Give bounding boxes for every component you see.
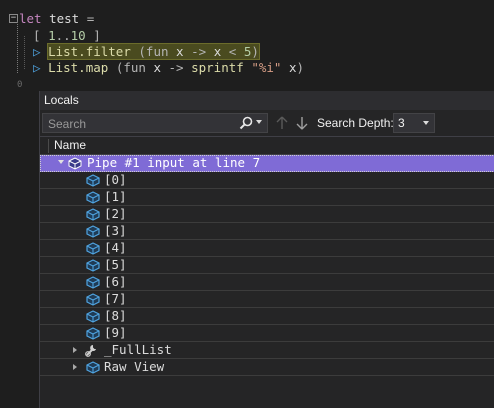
format-string: "%i"	[251, 60, 282, 75]
list-open: [	[33, 28, 41, 43]
search-depth-select[interactable]: 3	[393, 113, 435, 133]
collapse-glyph: −	[10, 13, 17, 23]
item-label: [9]	[104, 325, 127, 340]
lambda-open-2: (fun	[115, 60, 146, 75]
item-label: [3]	[104, 223, 127, 238]
tree-row-item[interactable]: [3]	[40, 223, 494, 240]
code-line-3: ▷ List.filter (fun x -> x < 5)	[33, 43, 260, 60]
item-label: [7]	[104, 291, 127, 306]
code-editor[interactable]: − let test = [ 1..10 ] ▷ List.filter (fu…	[0, 0, 494, 90]
item-label: [2]	[104, 206, 127, 221]
field-cube-icon	[86, 327, 100, 340]
pipe-breakpoint-icon-2[interactable]: ▷	[33, 60, 41, 75]
tree-row-item[interactable]: [4]	[40, 240, 494, 257]
tree-row-item[interactable]: [1]	[40, 189, 494, 206]
item-label: [0]	[104, 172, 127, 187]
range-to: 10	[70, 28, 86, 43]
compare-op: <	[228, 44, 237, 59]
tree-row-root[interactable]: Pipe #1 input at line 7	[40, 155, 494, 172]
lambda-arrow-2: ->	[168, 60, 184, 75]
chevron-down-icon	[423, 121, 429, 125]
expand-arrow-icon[interactable]	[58, 160, 64, 164]
code-line-4: ▷ List.map (fun x -> sprintf "%i" x)	[33, 59, 304, 76]
item-label: [8]	[104, 308, 127, 323]
search-next-icon[interactable]	[293, 113, 311, 133]
lambda-arg-2: x	[153, 60, 161, 75]
compare-lhs: x	[213, 44, 222, 59]
locals-title: Locals	[40, 91, 494, 110]
tree-row-item[interactable]: [0]	[40, 172, 494, 189]
tree-row-rawview[interactable]: Raw View	[40, 359, 494, 376]
item-label: [4]	[104, 240, 127, 255]
range-from: 1	[48, 28, 56, 43]
item-label: [6]	[104, 274, 127, 289]
field-cube-icon	[86, 174, 100, 187]
tree-row-item[interactable]: [8]	[40, 308, 494, 325]
field-cube-icon	[86, 208, 100, 221]
wrench-property-icon	[85, 345, 96, 357]
field-cube-icon	[86, 276, 100, 289]
tree-row-item[interactable]: [2]	[40, 206, 494, 223]
lambda-arg: x	[176, 44, 184, 59]
lambda-open: (fun	[138, 44, 169, 59]
column-separator[interactable]	[48, 139, 49, 153]
search-box[interactable]	[42, 113, 268, 133]
pipe-breakpoint-icon[interactable]: ▷	[33, 44, 41, 59]
search-depth-label: Search Depth:	[317, 116, 394, 130]
sprintf-arg: x	[288, 60, 297, 75]
field-cube-icon	[86, 225, 100, 238]
fn-list-filter: List.filter	[48, 44, 131, 59]
field-cube-icon	[86, 259, 100, 272]
indent-guide-inner	[24, 36, 25, 69]
range-op: ..	[55, 28, 71, 43]
column-header-name[interactable]: Name	[54, 137, 86, 154]
tree-row-item[interactable]: [5]	[40, 257, 494, 274]
search-depth-value: 3	[398, 116, 405, 130]
rawview-label: Raw View	[104, 359, 165, 374]
binding-name: test	[49, 11, 80, 26]
search-previous-icon[interactable]	[273, 113, 291, 133]
tree-row-item[interactable]: [9]	[40, 325, 494, 342]
tree-row-fulllist[interactable]: _FullList	[40, 342, 494, 359]
tree-row-item[interactable]: [6]	[40, 274, 494, 291]
code-line-1: let test =	[19, 10, 94, 27]
equals-sign: =	[86, 11, 95, 26]
field-cube-icon	[86, 361, 100, 374]
item-label: [5]	[104, 257, 127, 272]
field-cube-icon	[86, 310, 100, 323]
field-cube-icon	[86, 191, 100, 204]
search-input[interactable]	[46, 115, 230, 133]
column-header-row: Name	[40, 136, 494, 155]
search-icon[interactable]	[238, 115, 254, 131]
fulllist-label: _FullList	[104, 342, 172, 357]
indent-guide	[17, 21, 18, 73]
code-line-2: [ 1..10 ]	[33, 27, 101, 44]
keyword-let: let	[19, 11, 42, 26]
fn-sprintf: sprintf	[191, 60, 244, 75]
item-label: [1]	[104, 189, 127, 204]
field-cube-icon	[86, 293, 100, 306]
root-label: Pipe #1 input at line 7	[87, 155, 261, 170]
locals-toolbar: Search Depth: 3	[40, 111, 494, 135]
list-close: ]	[93, 28, 101, 43]
lambda-close-2: )	[296, 60, 305, 75]
search-options-dropdown-icon[interactable]	[256, 120, 262, 124]
expand-arrow-icon[interactable]	[73, 364, 77, 370]
fn-list-map: List.map	[48, 60, 109, 75]
expand-arrow-icon[interactable]	[73, 347, 77, 353]
tree-row-item[interactable]: [7]	[40, 291, 494, 308]
lambda-arrow: ->	[191, 44, 207, 59]
lambda-close: )	[251, 44, 259, 59]
field-cube-icon	[86, 242, 100, 255]
locals-window: Locals Search Depth: 3 Name	[39, 91, 494, 408]
object-cube-icon	[68, 157, 82, 170]
margin-marker: 0	[17, 80, 23, 90]
highlighted-expression: List.filter (fun x -> x < 5)	[47, 43, 260, 60]
